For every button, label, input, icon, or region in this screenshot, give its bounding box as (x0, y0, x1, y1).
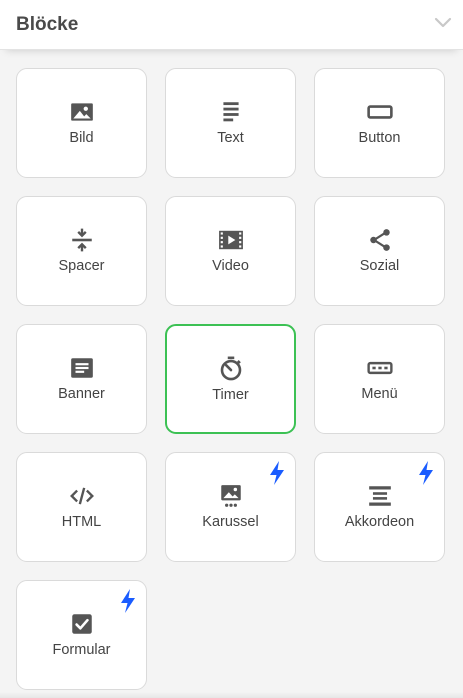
block-label: Akkordeon (344, 514, 415, 530)
block-label: Karussel (202, 514, 259, 530)
block-tile-video[interactable]: Video (165, 196, 296, 306)
block-label: Button (358, 130, 401, 146)
block-label: Bild (69, 130, 94, 146)
block-label: Text (217, 130, 244, 146)
text-icon (218, 99, 244, 125)
block-tile-karussel[interactable]: Karussel (165, 452, 296, 562)
button-icon (366, 99, 393, 125)
block-tile-html[interactable]: HTML (16, 452, 147, 562)
block-tile-timer[interactable]: Timer (165, 324, 296, 434)
block-tile-formular[interactable]: Formular (16, 580, 147, 690)
lightning-bolt-icon (416, 461, 436, 485)
block-tile-bild[interactable]: Bild (16, 68, 147, 178)
chevron-down-icon[interactable] (433, 12, 453, 32)
block-label: Timer (212, 387, 249, 403)
image-icon (69, 99, 95, 125)
spacer-icon (69, 227, 95, 253)
block-tile-button[interactable]: Button (314, 68, 445, 178)
block-label: Sozial (359, 258, 400, 274)
block-label: Menü (361, 386, 398, 402)
carousel-icon (218, 483, 244, 509)
share-icon (367, 227, 393, 253)
checkbox-form-icon (69, 611, 95, 637)
block-label: HTML (61, 514, 102, 530)
block-tile-menu[interactable]: Menü (314, 324, 445, 434)
block-label: Banner (58, 386, 105, 402)
code-icon (69, 483, 95, 509)
video-icon (218, 227, 244, 253)
lightning-bolt-icon (118, 589, 138, 613)
lightning-bolt-icon (267, 461, 287, 485)
menu-icon (366, 355, 393, 381)
blocks-grid: Bild Text Button Spacer Video Sozial Ban… (16, 68, 445, 690)
block-tile-sozial[interactable]: Sozial (314, 196, 445, 306)
bottom-shade (0, 692, 463, 698)
panel-header[interactable]: Blöcke (0, 0, 463, 50)
block-label: Spacer (58, 258, 105, 274)
block-label: Video (212, 258, 249, 274)
block-tile-spacer[interactable]: Spacer (16, 196, 147, 306)
block-tile-text[interactable]: Text (165, 68, 296, 178)
banner-icon (69, 355, 95, 381)
panel-title: Blöcke (16, 14, 79, 35)
timer-icon (218, 356, 244, 382)
accordion-icon (367, 483, 393, 509)
block-label: Formular (52, 642, 111, 658)
block-tile-banner[interactable]: Banner (16, 324, 147, 434)
block-tile-akkordeon[interactable]: Akkordeon (314, 452, 445, 562)
